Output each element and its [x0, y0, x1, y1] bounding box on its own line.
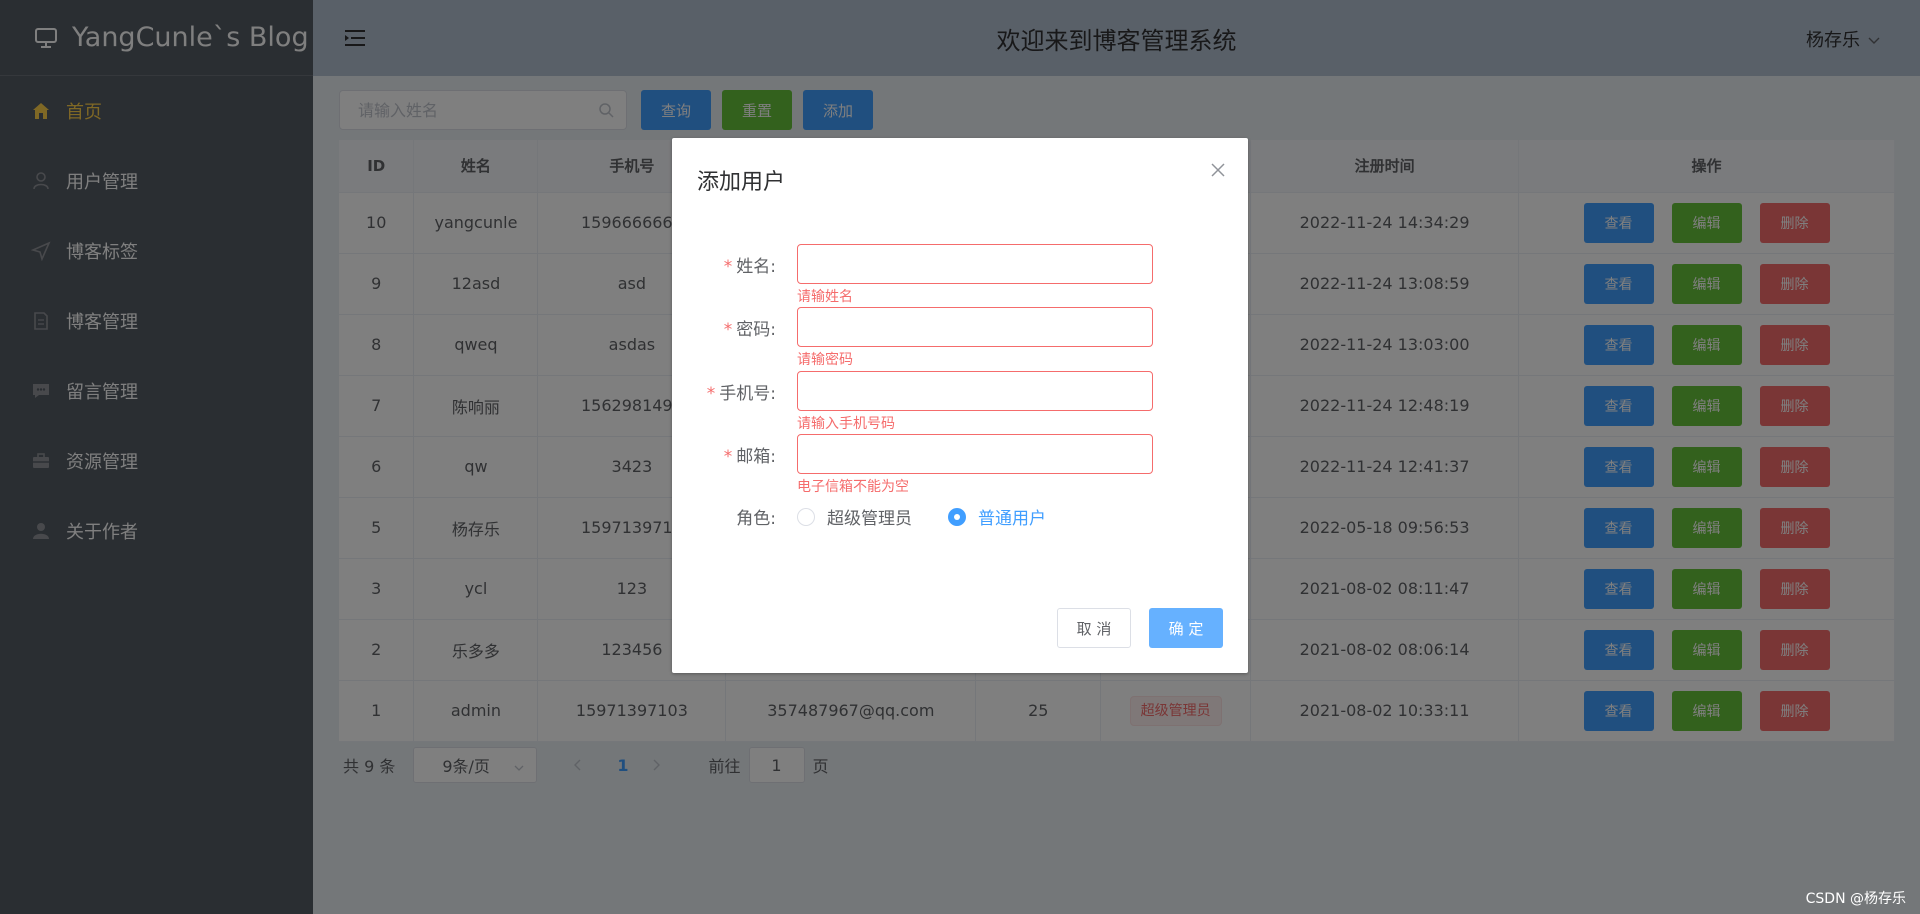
- watermark: CSDN @杨存乐: [1805, 891, 1906, 907]
- close-icon[interactable]: [1210, 162, 1226, 182]
- role-radio-group: 超级管理员 普通用户: [797, 504, 1082, 529]
- dialog-title: 添加用户: [697, 170, 786, 195]
- name-label: * 姓名:: [723, 257, 776, 277]
- role-radio-normal-user[interactable]: 普通用户: [948, 504, 1046, 529]
- cancel-button[interactable]: 取 消: [1057, 608, 1131, 648]
- email-error: 电子信箱不能为空: [797, 479, 909, 495]
- phone-label: * 手机号:: [706, 384, 776, 404]
- password-field: [797, 307, 1153, 347]
- email-field: [797, 434, 1153, 474]
- add-user-dialog: 添加用户 * 姓名: 请输姓名 * 密码: 请输密码 * 手机号: 请输入手机号码 *…: [672, 138, 1248, 673]
- password-input[interactable]: [798, 308, 1152, 346]
- confirm-button[interactable]: 确 定: [1149, 608, 1223, 648]
- name-field: [797, 244, 1153, 284]
- password-label: * 密码:: [723, 320, 776, 340]
- radio-circle: [948, 507, 966, 526]
- dialog-footer: 取 消 确 定: [1057, 608, 1223, 648]
- radio-label: 普通用户: [978, 509, 1046, 529]
- name-error: 请输姓名: [797, 289, 853, 305]
- radio-label: 超级管理员: [827, 509, 912, 529]
- phone-error: 请输入手机号码: [797, 416, 895, 432]
- radio-circle: [797, 507, 815, 526]
- role-label: 角色:: [736, 509, 776, 529]
- phone-input[interactable]: [798, 372, 1152, 410]
- email-input[interactable]: [798, 435, 1152, 473]
- phone-field: [797, 371, 1153, 411]
- name-input[interactable]: [798, 245, 1152, 283]
- email-label: * 邮箱:: [723, 447, 776, 467]
- password-error: 请输密码: [797, 352, 853, 368]
- role-radio-super-admin[interactable]: 超级管理员: [797, 504, 912, 529]
